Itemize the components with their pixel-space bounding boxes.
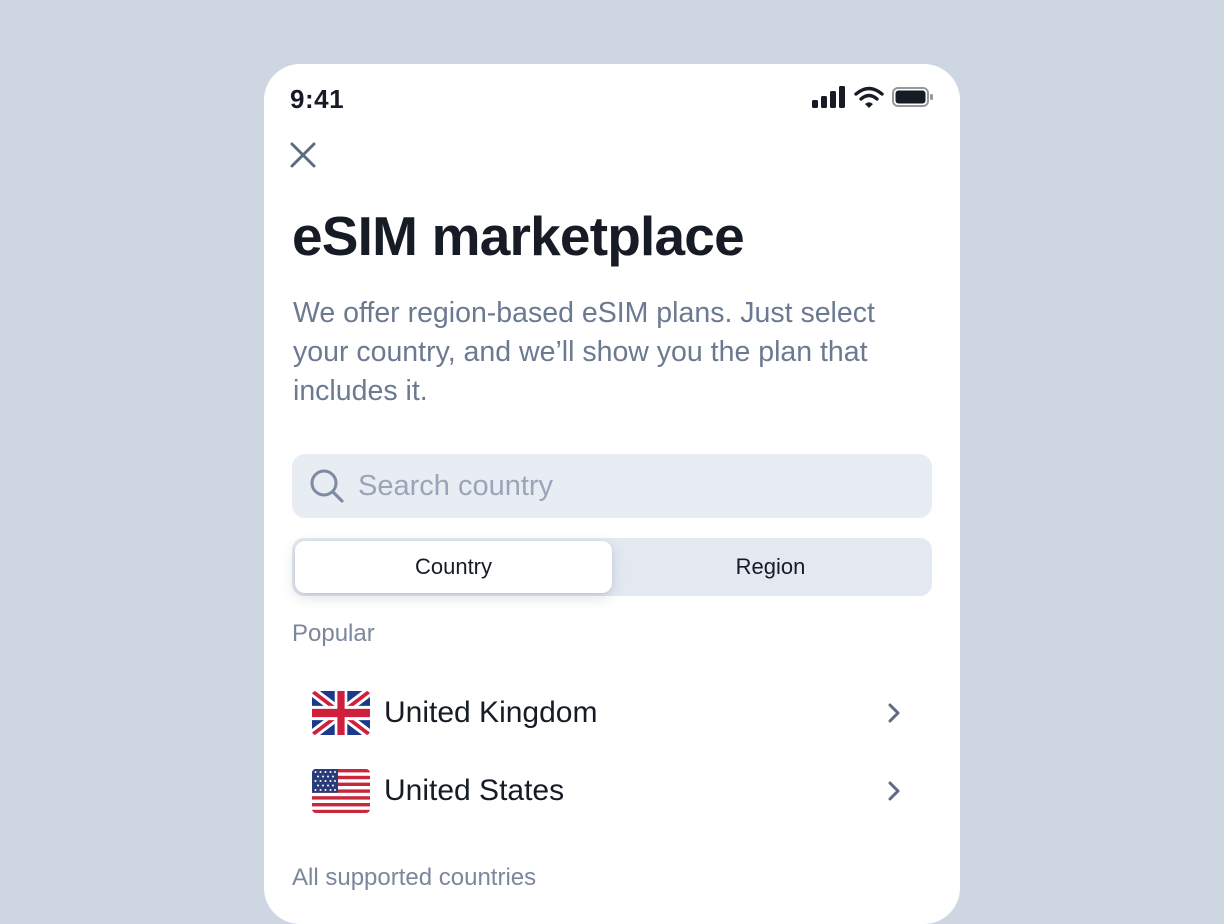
search-input[interactable]: [356, 460, 920, 512]
search-icon: [308, 467, 346, 505]
uk-flag-icon: [312, 691, 370, 735]
popular-section-label: Popular: [292, 620, 375, 647]
popular-country-list: United Kingdom United States: [292, 674, 932, 830]
wifi-icon: [854, 86, 884, 113]
chevron-right-icon: [886, 701, 902, 725]
segment-country[interactable]: Country: [295, 541, 612, 593]
status-icons: [812, 85, 934, 113]
us-flag-icon: [312, 769, 370, 813]
country-row-united-states[interactable]: United States: [292, 752, 932, 830]
segment-region[interactable]: Region: [612, 541, 929, 593]
country-region-toggle: Country Region: [292, 538, 932, 596]
chevron-right-icon: [886, 779, 902, 803]
page-title: eSIM marketplace: [292, 205, 745, 267]
search-bar[interactable]: [292, 454, 932, 518]
country-name: United States: [384, 774, 565, 807]
close-icon: [288, 140, 318, 175]
battery-icon: [892, 86, 934, 113]
page-description: We offer region-based eSIM plans. Just s…: [293, 297, 875, 407]
country-name: United Kingdom: [384, 696, 598, 729]
close-button[interactable]: [286, 140, 320, 174]
country-row-united-kingdom[interactable]: United Kingdom: [292, 674, 932, 752]
phone-screen: 9:41 eSIM marketplace We offer region-ba…: [264, 64, 960, 924]
status-bar: 9:41: [264, 64, 960, 134]
cellular-signal-icon: [812, 85, 846, 113]
status-time: 9:41: [290, 84, 345, 114]
all-countries-section-label: All supported countries: [292, 864, 537, 891]
